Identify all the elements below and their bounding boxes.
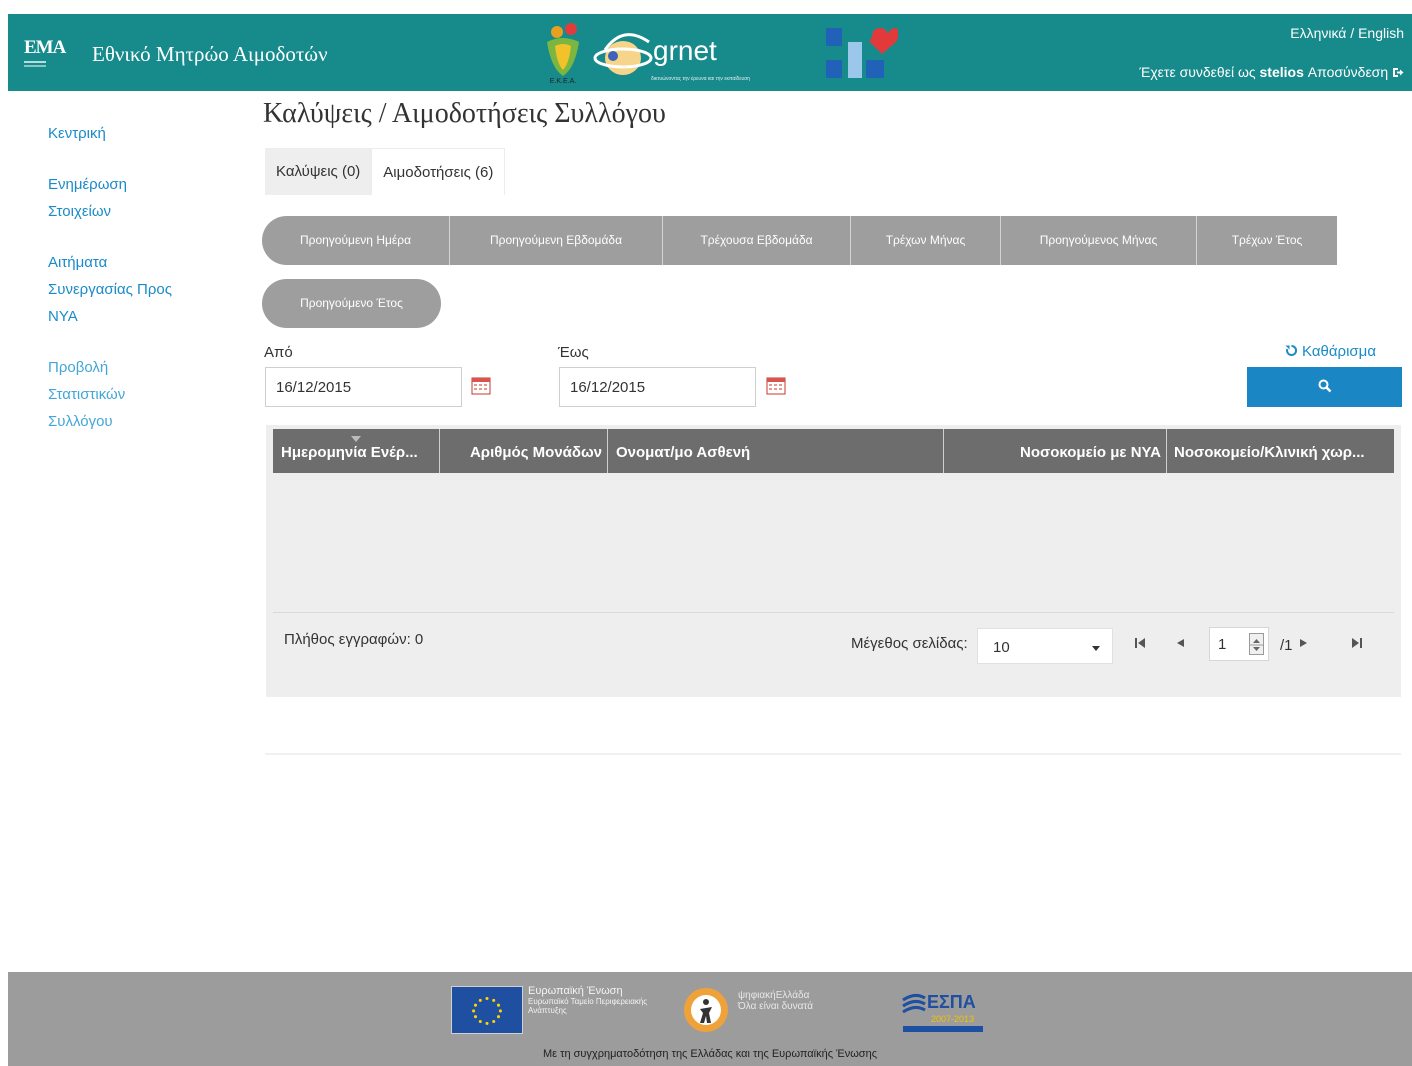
period-previous-day-button[interactable]: Προηγούμενη Ημέρα <box>262 216 450 265</box>
donations-grid: Ημερομηνία Ενέρ... Αριθμός Μονάδων Ονομα… <box>266 425 1401 697</box>
tab-donations[interactable]: Αιμοδοτήσεις (6) <box>371 148 506 195</box>
first-page-icon[interactable] <box>1133 636 1147 650</box>
column-activation-date[interactable]: Ημερομηνία Ενέρ... <box>273 429 440 473</box>
ema-logo-text: ΕΜΑ <box>24 37 66 58</box>
column-units[interactable]: Αριθμός Μονάδων <box>440 429 608 473</box>
clear-filters-label: Καθάρισμα <box>1302 343 1376 360</box>
period-filter-row-1: Προηγούμενη Ημέρα Προηγούμενη Εβδομάδα Τ… <box>262 216 1337 265</box>
grnet-sub-label: δικτυώνοντας την έρευνα και την εκπαίδευ… <box>651 75 750 82</box>
site-title[interactable]: Εθνικό Μητρώο Αιμοδοτών <box>92 42 328 67</box>
column-patient-name-label: Ονοματ/μο Ασθενή <box>616 444 751 461</box>
page-size-select[interactable]: 10 <box>977 628 1113 664</box>
grid-header: Ημερομηνία Ενέρ... Αριθμός Μονάδων Ονομα… <box>273 429 1394 473</box>
column-units-label: Αριθμός Μονάδων <box>469 444 602 461</box>
next-page-icon[interactable] <box>1297 636 1311 650</box>
lang-greek-link[interactable]: Ελληνικά <box>1290 25 1346 41</box>
page-size-label: Μέγεθος σελίδας: <box>851 635 968 652</box>
from-date-input[interactable] <box>265 367 462 407</box>
espa-label: ΕΣΠΑ <box>927 992 976 1012</box>
header-bar: ΕΜΑ Εθνικό Μητρώο Αιμοδοτών Ε.Κ.Ε.Α. grn… <box>8 14 1412 91</box>
lang-english-link[interactable]: English <box>1358 25 1404 41</box>
tab-coverages[interactable]: Καλύψεις (0) <box>265 148 372 195</box>
column-hospital-nya[interactable]: Νοσοκομείο με ΝΥΑ <box>944 429 1167 473</box>
page-spinner[interactable] <box>1249 633 1264 655</box>
digital-greece-text: ψηφιακήΕλλάδα Όλα είναι δυνατά <box>738 990 888 1012</box>
grnet-logo: grnet δικτυώνοντας την έρευνα και την εκ… <box>593 33 750 82</box>
total-pages: /1 <box>1280 637 1293 654</box>
logout-label: Αποσύνδεση <box>1307 64 1389 80</box>
period-current-month-button[interactable]: Τρέχων Μήνας <box>851 216 1001 265</box>
page-number-input[interactable]: 1 <box>1209 627 1269 661</box>
sidebar-item-home[interactable]: Κεντρική <box>48 120 218 147</box>
ekea-logo: Ε.Κ.Ε.Α. <box>547 23 579 85</box>
refresh-icon <box>1285 344 1297 356</box>
language-switcher: Ελληνικά / English <box>1290 25 1404 41</box>
column-hospital-clinic-label: Νοσοκομείο/Κλινική χωρ... <box>1174 444 1365 461</box>
grid-body <box>273 473 1394 613</box>
column-hospital-nya-label: Νοσοκομείο με ΝΥΑ <box>1019 444 1161 461</box>
sidebar-item-statistics[interactable]: Προβολή Στατιστικών Συλλόγου <box>48 354 148 435</box>
period-previous-week-button[interactable]: Προηγούμενη Εβδομάδα <box>450 216 663 265</box>
espa-logo: ΕΣΠΑ 2007-2013 <box>902 992 983 1032</box>
username: stelios <box>1259 64 1304 80</box>
chevron-down-icon <box>1092 646 1100 651</box>
logged-in-prefix: Έχετε συνδεθεί ως <box>1139 64 1260 80</box>
period-current-year-button[interactable]: Τρέχων Έτος <box>1197 216 1337 265</box>
digital-greece-logo <box>684 988 728 1032</box>
last-page-icon[interactable] <box>1350 636 1364 650</box>
spinner-arrows-icon <box>1250 639 1263 651</box>
ekea-label: Ε.Κ.Ε.Α. <box>550 78 577 85</box>
eu-text: Ευρωπαϊκή Ένωση Ευρωπαϊκό Ταμείο Περιφερ… <box>528 985 668 1016</box>
column-hospital-clinic[interactable]: Νοσοκομείο/Κλινική χωρ... <box>1167 429 1394 473</box>
tab-bar: Καλύψεις (0) Αιμοδοτήσεις (6) <box>265 148 506 195</box>
sidebar-item-update-info[interactable]: Ενημέρωση Στοιχείων <box>48 171 148 225</box>
ema-logo[interactable]: ΕΜΑ <box>24 37 66 70</box>
logout-icon <box>1393 68 1404 77</box>
cofunding-caption: Με τη συγχρηματοδότηση της Ελλάδας και τ… <box>542 1048 878 1060</box>
espa-years: 2007-2013 <box>931 1014 974 1024</box>
to-calendar-icon[interactable] <box>766 377 786 395</box>
eu-flag-icon <box>451 986 523 1034</box>
column-activation-date-label: Ημερομηνία Ενέρ... <box>281 444 418 461</box>
footer: Ευρωπαϊκή Ένωση Ευρωπαϊκό Ταμείο Περιφερ… <box>8 972 1412 1066</box>
from-calendar-icon[interactable] <box>471 377 491 395</box>
logout-link[interactable]: Αποσύνδεση <box>1308 64 1404 80</box>
digital-greece-title: ψηφιακήΕλλάδα <box>738 990 810 1001</box>
sidebar-nav: Κεντρική Ενημέρωση Στοιχείων Αιτήματα Συ… <box>48 120 218 459</box>
sidebar-item-cooperation-requests[interactable]: Αιτήματα Συνεργασίας Προς ΝΥΑ <box>48 249 188 330</box>
digital-greece-subtitle: Όλα είναι δυνατά <box>738 1001 814 1012</box>
grnet-label: grnet <box>653 35 717 66</box>
search-button[interactable] <box>1247 367 1402 407</box>
page-size-value: 10 <box>993 639 1010 656</box>
lang-separator: / <box>1346 25 1359 41</box>
column-patient-name[interactable]: Ονοματ/μο Ασθενή <box>608 429 944 473</box>
period-previous-year-button[interactable]: Προηγούμενο Έτος <box>262 279 441 328</box>
eu-subtitle: Ευρωπαϊκό Ταμείο Περιφερειακής Ανάπτυξης <box>528 997 648 1015</box>
ministry-logo <box>826 28 898 78</box>
from-date-label: Από <box>264 344 293 361</box>
previous-page-icon[interactable] <box>1173 636 1187 650</box>
eu-title: Ευρωπαϊκή Ένωση <box>528 985 623 997</box>
clear-filters-link[interactable]: Καθάρισμα <box>1285 343 1376 360</box>
content-divider <box>265 753 1401 755</box>
period-previous-month-button[interactable]: Προηγούμενος Μήνας <box>1001 216 1197 265</box>
period-filter-row-2: Προηγούμενο Έτος <box>262 279 441 328</box>
period-current-week-button[interactable]: Τρέχουσα Εβδομάδα <box>663 216 851 265</box>
current-page-value: 1 <box>1218 636 1227 653</box>
user-status: Έχετε συνδεθεί ως stelios Αποσύνδεση <box>1139 64 1404 80</box>
search-icon <box>1318 379 1331 392</box>
records-count: Πλήθος εγγραφών: 0 <box>284 631 424 648</box>
to-date-input[interactable] <box>559 367 756 407</box>
sort-indicator-icon <box>351 436 361 442</box>
page-title: Καλύψεις / Αιμοδοτήσεις Συλλόγου <box>263 98 666 129</box>
to-date-label: Έως <box>558 344 589 361</box>
